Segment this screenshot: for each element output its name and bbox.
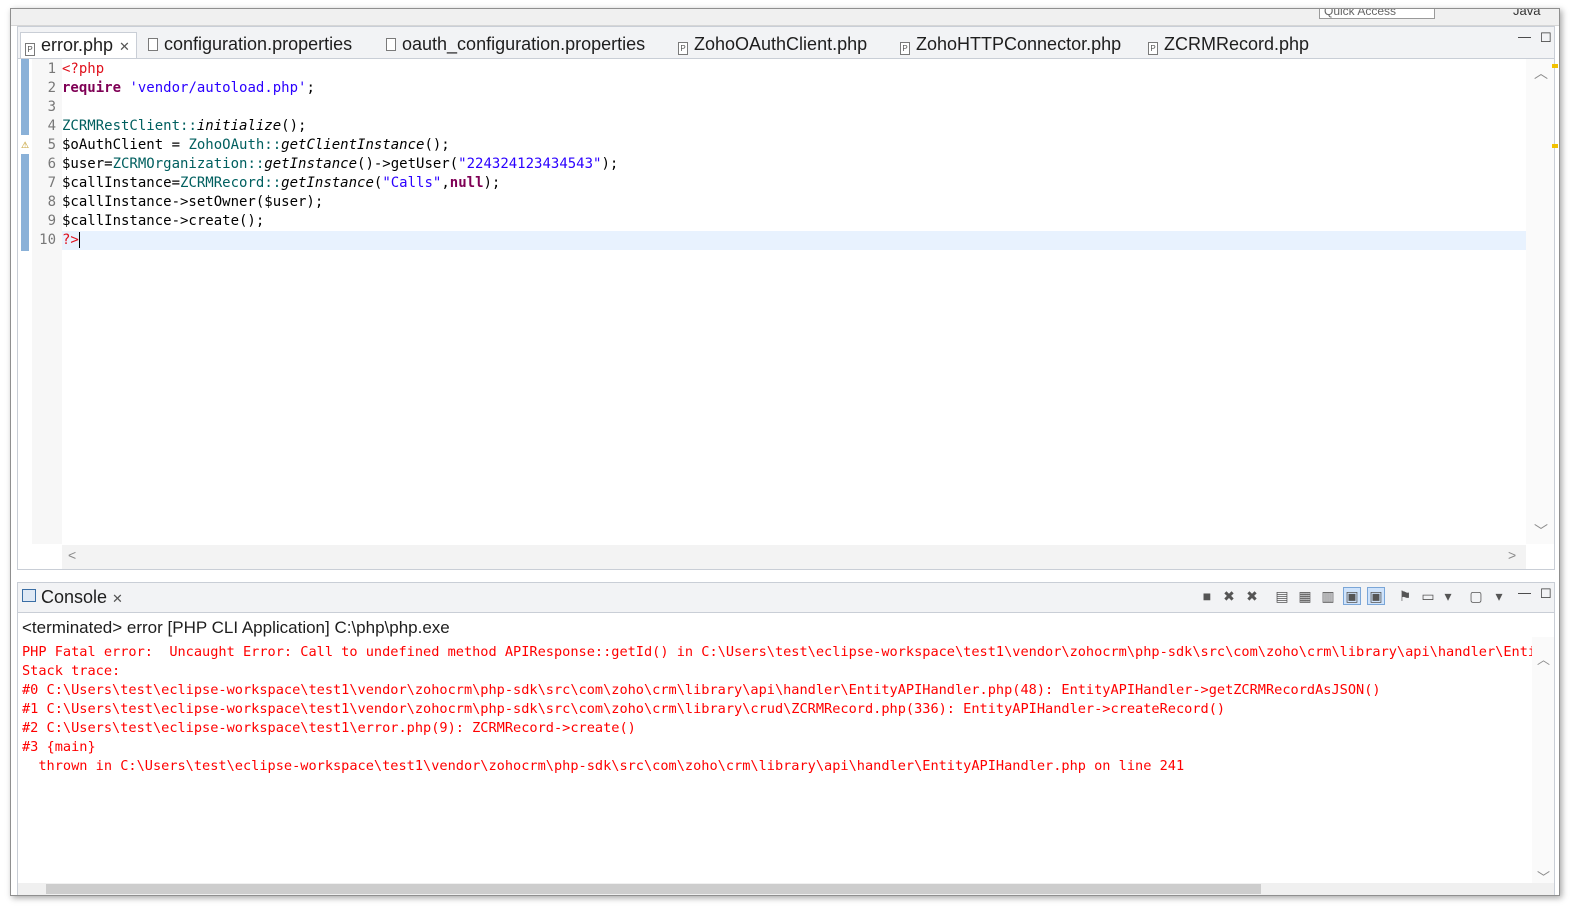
word-wrap-icon[interactable]: ▥ [1321,589,1335,603]
line-number: 6 [47,156,56,172]
editor-vertical-scrollbar[interactable]: ︿ ﹀ [1526,59,1554,544]
display-selected-console-icon[interactable]: ▭ [1421,589,1435,603]
terminate-icon[interactable]: ■ [1200,589,1214,603]
tab-zcrmrecord-php[interactable]: P ZCRMRecord.php [1148,34,1309,58]
tab-label: configuration.properties [164,34,353,54]
open-console-icon[interactable]: ▢ [1469,589,1483,603]
console-output-line: #1 C:\Users\test\eclipse-workspace\test1… [22,701,1226,717]
overview-warning-marker[interactable] [1552,144,1558,148]
scroll-right-icon[interactable]: > [1508,547,1516,563]
warning-icon[interactable]: ⚠ [20,140,30,150]
perspective-java-button[interactable]: Java [1513,9,1540,18]
chevron-down-icon[interactable]: ▾ [1441,589,1455,603]
code-line-4[interactable]: ZCRMRestClient::initialize(); [62,117,1526,136]
php-file-icon: P [900,42,910,55]
tab-label: ZohoHTTPConnector.php [916,34,1122,54]
console-output-line: #2 C:\Users\test\eclipse-workspace\test1… [22,720,636,736]
tab-label: error.php [41,35,114,55]
console-icon [22,589,36,602]
console-output-line: PHP Fatal error: Uncaught Error: Call to… [22,644,1532,660]
editor-tab-bar: Perror.php ✕ configuration.properties oau… [17,26,1555,62]
code-line-9[interactable]: $callInstance->create(); [62,212,1526,231]
tab-zohooauthclient-php[interactable]: P ZohoOAuthClient.php [678,34,867,58]
code-line-6[interactable]: $user=ZCRMOrganization::getInstance()->g… [62,155,1526,174]
main-toolbar-strip: Quick Access Java [11,9,1559,26]
code-line-7[interactable]: $callInstance=ZCRMRecord::getInstance("C… [62,174,1526,193]
scroll-left-icon[interactable]: < [68,547,76,563]
maximize-icon[interactable]: ☐ [1540,586,1552,602]
php-file-icon: P [678,42,688,55]
console-output-line: #3 {main} [22,739,96,755]
line-number: 5 [47,137,56,153]
php-file-icon: P [25,43,35,56]
scroll-up-icon[interactable]: ︿ [1534,63,1548,83]
console-output-line: #0 C:\Users\test\eclipse-workspace\test1… [22,682,1381,698]
properties-file-icon [386,38,396,51]
scroll-lock-icon[interactable]: ▦ [1298,589,1312,603]
line-number: 3 [47,99,56,115]
line-number: 4 [47,118,56,134]
scroll-down-icon[interactable]: ﹀ [1534,521,1548,541]
ide-window: Quick Access Java Perror.php ✕ configurat… [10,8,1560,896]
code-area[interactable]: <?php require 'vendor/autoload.php'; ZCR… [62,59,1526,544]
line-number: 1 [47,61,56,77]
scroll-up-icon[interactable]: ︿ [1537,649,1550,668]
text-caret [78,232,80,248]
console-tab-label: Console [41,587,108,607]
show-on-stdout-icon[interactable]: ▣ [1343,587,1361,605]
change-marker [21,59,29,135]
maximize-icon[interactable]: ☐ [1540,30,1552,46]
console-tab-bar: Console ✕ ■ ✖ ✖ ▤ ▦ ▥ ▣ ▣ ⚑ ▭ ▾ ▢ ▾ — ☐ [17,582,1555,613]
tab-configuration-properties[interactable]: configuration.properties [148,34,352,58]
code-line-1[interactable]: <?php [62,60,1526,79]
minimize-icon[interactable]: — [1518,585,1531,600]
tab-oauth-configuration-properties[interactable]: oauth_configuration.properties [386,34,645,58]
console-output[interactable]: <terminated> error [PHP CLI Application]… [17,612,1555,895]
console-output-line: thrown in C:\Users\test\eclipse-workspac… [22,758,1185,774]
console-output-line: Stack trace: [22,663,121,679]
close-icon[interactable]: ✕ [112,591,123,606]
line-number: 2 [47,80,56,96]
tab-zohohttpconnector-php[interactable]: P ZohoHTTPConnector.php [900,34,1121,58]
scrollbar-thumb[interactable] [46,884,1261,894]
overview-warning-marker[interactable] [1552,64,1558,68]
show-on-stderr-icon[interactable]: ▣ [1367,587,1385,605]
console-vertical-scrollbar[interactable]: ︿ ﹀ [1532,637,1554,895]
code-editor[interactable]: ⚠ 1 2 3 4 5 6 7 8 9 10 <?php require 've… [17,58,1555,570]
line-number: 7 [47,175,56,191]
line-number: 8 [47,194,56,210]
tab-label: ZCRMRecord.php [1164,34,1310,54]
change-marker [21,154,29,251]
console-horizontal-scrollbar[interactable] [18,883,1554,895]
tab-console[interactable]: Console ✕ [22,587,123,608]
line-number: 9 [47,213,56,229]
chevron-down-icon[interactable]: ▾ [1492,589,1506,603]
editor-horizontal-scrollbar[interactable]: < > [62,545,1526,569]
annotation-ruler: ⚠ [18,59,32,549]
remove-all-terminated-icon[interactable]: ✖ [1245,589,1259,603]
minimize-icon[interactable]: — [1518,29,1531,44]
code-line-5[interactable]: $oAuthClient = ZohoOAuth::getClientInsta… [62,136,1526,155]
quick-access-input[interactable]: Quick Access [1319,9,1435,19]
clear-console-icon[interactable]: ▤ [1275,589,1289,603]
properties-file-icon [148,38,158,51]
tab-label: oauth_configuration.properties [402,34,646,54]
code-line-8[interactable]: $callInstance->setOwner($user); [62,193,1526,212]
console-status-line: <terminated> error [PHP CLI Application]… [22,618,450,637]
code-line-10[interactable]: ?> [62,231,1526,250]
tab-label: ZohoOAuthClient.php [694,34,868,54]
line-number: 10 [39,232,56,248]
line-number-gutter: 1 2 3 4 5 6 7 8 9 10 [32,59,62,544]
close-icon[interactable]: ✕ [119,39,130,54]
remove-launch-icon[interactable]: ✖ [1222,589,1236,603]
code-line-2[interactable]: require 'vendor/autoload.php'; [62,79,1526,98]
php-file-icon: P [1148,42,1158,55]
pin-console-icon[interactable]: ⚑ [1398,589,1412,603]
code-line-3[interactable] [62,98,1526,117]
